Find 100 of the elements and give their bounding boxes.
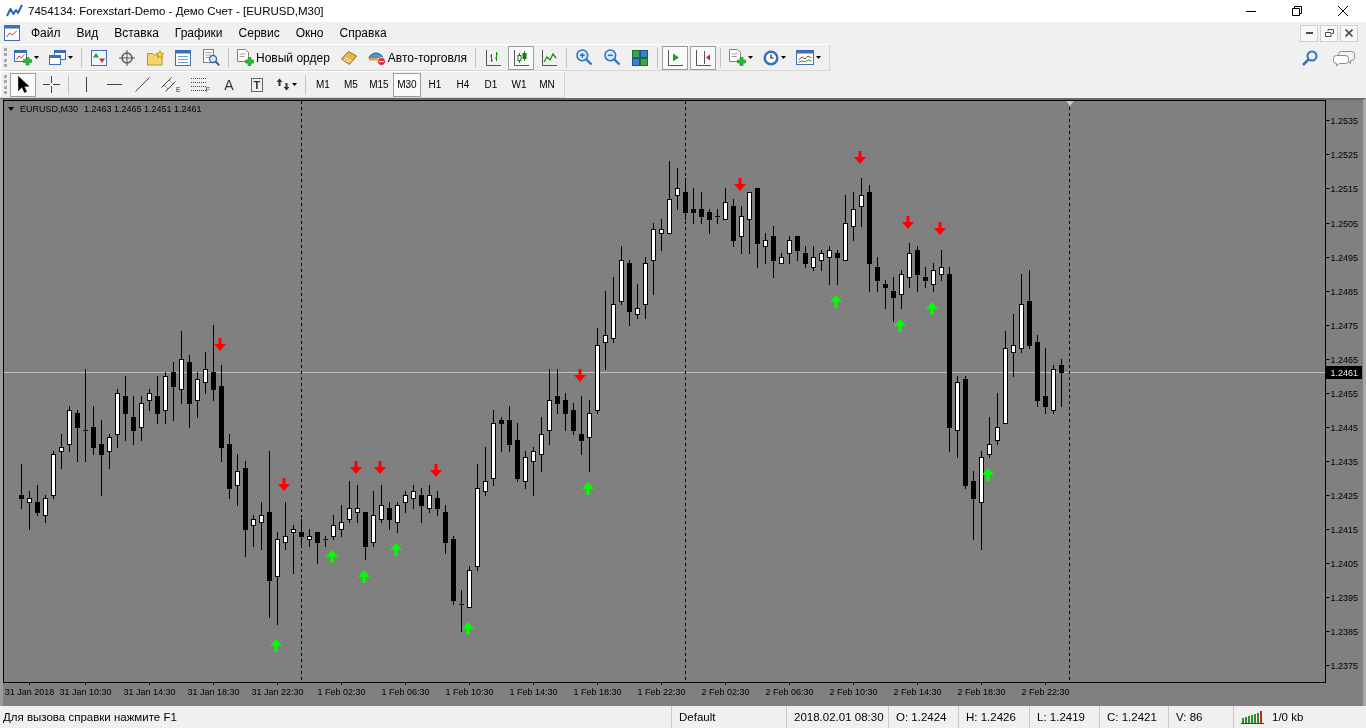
candlestick: [931, 262, 936, 293]
text-tool[interactable]: A: [215, 72, 242, 97]
candlestick: [411, 484, 416, 510]
minimize-icon: [1246, 10, 1256, 12]
candlestick: [995, 392, 1000, 446]
period-button[interactable]: W1: [504, 72, 533, 97]
candlestick: [467, 565, 472, 609]
period-button[interactable]: M5: [336, 72, 365, 97]
period-button[interactable]: M1: [308, 72, 337, 97]
candlestick: [131, 395, 136, 446]
autotrading-button[interactable]: Авто-торговля: [363, 45, 472, 70]
search-icon: [1302, 49, 1318, 66]
y-axis-label: 1.2515: [1330, 183, 1359, 194]
candlesticks-button[interactable]: [508, 45, 535, 70]
menu-item[interactable]: Справка: [331, 26, 395, 40]
y-axis-label: 1.2405: [1330, 558, 1359, 569]
candlestick: [523, 450, 528, 490]
candlestick: [555, 368, 560, 415]
candlestick: [683, 177, 688, 221]
candlestick: [627, 259, 632, 327]
candlestick: [235, 453, 240, 507]
x-axis-label: 2 Feb 14:30: [893, 687, 942, 697]
channel-icon: [161, 77, 176, 92]
candlestick: [443, 504, 448, 555]
y-axis-label: 1.2495: [1330, 252, 1359, 263]
candlestick: [891, 276, 896, 323]
candlestick: [714, 208, 721, 225]
candlestick: [515, 422, 520, 483]
y-axis-label: 1.2425: [1330, 490, 1359, 501]
ref-line-label: 1.2461: [1330, 368, 1359, 378]
window-title: 7454134: Forexstart-Demo - Демо Счет - [EURUSD,M30]: [28, 5, 324, 17]
shift-axis-icon: [695, 49, 712, 66]
candlestick: [659, 218, 664, 252]
y-axis-label: 1.2525: [1330, 149, 1359, 160]
caret-icon[interactable]: [8, 107, 14, 111]
candlestick: [419, 487, 424, 524]
candlestick: [339, 504, 344, 538]
text-label-tool[interactable]: T: [243, 72, 270, 97]
trendline-icon: [134, 77, 150, 92]
restore-icon: [1292, 6, 1302, 16]
menu-item[interactable]: Сервис: [230, 26, 288, 40]
menu-item[interactable]: Графики: [166, 26, 231, 40]
candlestick: [531, 446, 536, 497]
period-button[interactable]: H4: [448, 72, 477, 97]
candlestick: [355, 484, 360, 524]
candlestick: [779, 252, 784, 265]
candlestick: [1043, 347, 1048, 415]
candlestick: [747, 191, 752, 255]
cursor-tool[interactable]: [10, 72, 36, 97]
chart-document-icon[interactable]: [4, 25, 20, 41]
candlestick: [939, 249, 944, 282]
candlestick: [731, 198, 736, 248]
menu-item[interactable]: Окно: [287, 26, 332, 40]
chart-quotes: 1.2463 1.2465 1.2451 1.2461: [84, 104, 202, 114]
menu-item[interactable]: Файл: [23, 26, 69, 40]
menu-item[interactable]: Вставка: [106, 26, 167, 40]
new-order-button[interactable]: Новый ордер: [233, 45, 334, 70]
period-button[interactable]: M15: [364, 72, 393, 97]
candlestick: [875, 256, 880, 293]
candlestick: [322, 535, 329, 548]
chart-shift-button[interactable]: [690, 45, 717, 70]
signal-bars-icon: [1241, 710, 1264, 724]
period-button[interactable]: MN: [532, 72, 561, 97]
x-axis-label: 31 Jan 22:30: [251, 687, 304, 697]
candlestick: [619, 245, 624, 306]
y-axis-label: 1.2375: [1330, 660, 1359, 671]
magnifier-document-icon: [202, 49, 220, 66]
bar-volume: V: 86: [1176, 711, 1203, 723]
period-button[interactable]: M30: [392, 72, 421, 97]
candlestick: [571, 402, 576, 436]
windows-icon: [49, 50, 66, 65]
close-button[interactable]: [1340, 24, 1358, 42]
autoscroll-button[interactable]: [662, 45, 689, 70]
candlestick: [331, 514, 336, 541]
candlestick: [819, 249, 824, 272]
x-axis-label: 1 Feb 18:30: [573, 687, 622, 697]
shift-marker-icon[interactable]: [1066, 101, 1074, 106]
traffic-text: 1/0 kb: [1272, 711, 1304, 723]
restore-button[interactable]: [1320, 24, 1338, 42]
candlestick: [27, 490, 32, 531]
grip-icon[interactable]: [4, 48, 7, 67]
candlestick: [675, 167, 680, 211]
menu-item[interactable]: Вид: [68, 26, 107, 40]
period-button[interactable]: H1: [420, 72, 449, 97]
line-chart-icon: [541, 49, 558, 66]
candlestick: [539, 416, 544, 473]
candlestick: [987, 416, 992, 459]
x-axis-label: 2 Feb 10:30: [829, 687, 878, 697]
candlestick: [283, 501, 288, 551]
candlestick: [763, 232, 768, 265]
candlestick: [123, 375, 128, 442]
grip-icon[interactable]: [4, 75, 7, 94]
candlestick: [291, 524, 296, 575]
candlestick: [835, 249, 840, 286]
candlestick: [483, 446, 488, 497]
minimize-button[interactable]: [1300, 24, 1318, 42]
candlestick: [227, 433, 232, 500]
period-button[interactable]: D1: [476, 72, 505, 97]
x-axis-label: 31 Jan 10:30: [59, 687, 112, 697]
candlestick: [691, 187, 696, 225]
